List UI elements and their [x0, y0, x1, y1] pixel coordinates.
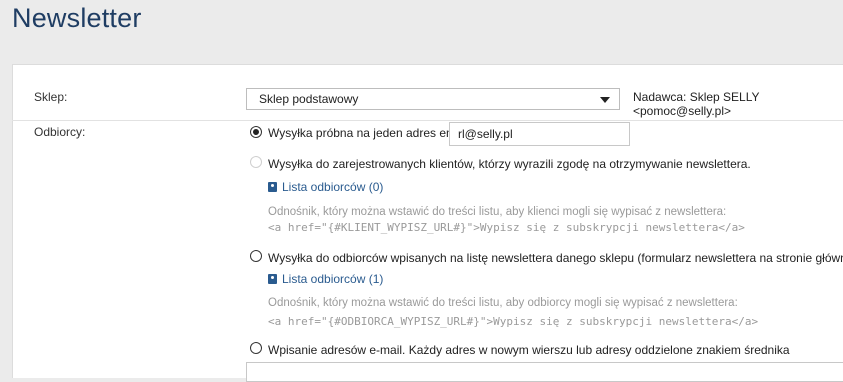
shop-select-value: Sklep podstawowy — [259, 92, 359, 106]
radio-manual-emails[interactable] — [250, 342, 262, 354]
option-manual-emails-label: Wpisanie adresów e-mail. Każdy adres w n… — [268, 343, 790, 357]
radio-registered-clients[interactable] — [250, 156, 262, 168]
page-title: Newsletter — [12, 3, 142, 33]
address-book-icon — [268, 182, 277, 192]
address-book-icon — [268, 274, 277, 284]
recipients-list-link-label: Lista odbiorców (0) — [282, 180, 384, 194]
option-registered-clients-label: Wysyłka do zarejestrowanych klientów, kt… — [268, 157, 751, 171]
test-email-input[interactable]: rl@selly.pl — [449, 122, 630, 146]
radio-newsletter-subscribers[interactable] — [250, 250, 262, 262]
unsubscribe-hint-clients: Odnośnik, który można wstawić do treści … — [268, 206, 727, 218]
unsubscribe-code-clients: <a href="{#KLIENT_WYPISZ_URL#}">Wypisz s… — [268, 221, 745, 234]
sender-info: Nadawca: Sklep SELLY <pomoc@selly.pl> — [633, 90, 760, 118]
shop-select[interactable]: Sklep podstawowy — [246, 88, 620, 110]
option-test-send-label: Wysyłka próbna na jeden adres email: — [268, 126, 472, 140]
manual-emails-textarea[interactable] — [246, 362, 843, 382]
recipients-list-link-subscribers[interactable]: Lista odbiorców (1) — [268, 272, 383, 286]
option-newsletter-subscribers-label: Wysyłka do odbiorców wpisanych na listę … — [268, 251, 843, 265]
radio-test-send[interactable] — [250, 126, 262, 138]
unsubscribe-code-subscribers: <a href="{#ODBIORCA_WYPISZ_URL#}">Wypisz… — [268, 315, 759, 328]
row-divider — [12, 120, 843, 121]
recipients-list-link-clients[interactable]: Lista odbiorców (0) — [268, 180, 383, 194]
caret-down-icon — [600, 97, 610, 103]
shop-label: Sklep: — [34, 90, 68, 104]
recipients-label: Odbiorcy: — [34, 125, 86, 139]
recipients-list-link-label: Lista odbiorców (1) — [282, 272, 384, 286]
unsubscribe-hint-subscribers: Odnośnik, który można wstawić do treści … — [268, 297, 738, 309]
